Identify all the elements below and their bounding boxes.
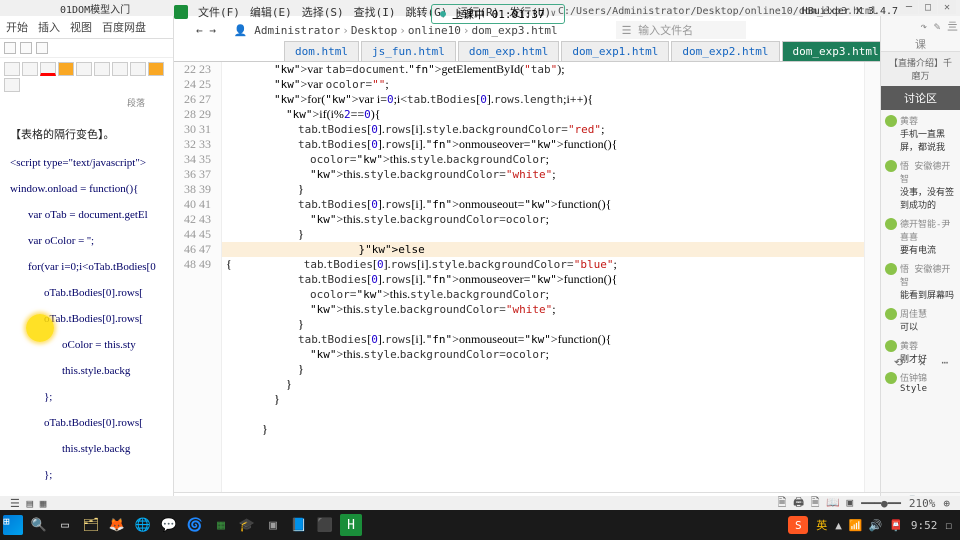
more-icon[interactable]: ⋯ [941,356,948,369]
menu-find[interactable]: 查找(I) [354,4,396,20]
code-content[interactable]: "kw">var tab=document."fn">getElementByI… [222,62,864,492]
file-search-input[interactable]: ☰ 输入文件名 [616,21,746,39]
system-tray[interactable]: S 英 ▲ 📶 🔊 📮 9:52 ☐ [788,516,960,534]
chat-msg: 黄蓉手机一直黑屏，都说我 [885,114,956,153]
chat-msg: 悟 安徽德开智能看到屏幕吗 [885,262,956,301]
highlight-icon[interactable] [58,62,74,76]
avatar-icon [885,160,897,172]
align-left-icon[interactable] [76,62,92,76]
chat-msg: 伍钟锦Style [885,371,956,394]
wtab-view[interactable]: 视图 [70,19,92,35]
sogou-ime-icon[interactable]: S [788,516,808,534]
word-pane: 开始 插入 视图 百度网盘 段落 【【表格的隔行变色】表格的隔行变色】。 <sc… [0,16,174,510]
tool-cut-icon[interactable] [4,42,16,54]
hbuilder-logo-icon [174,5,188,19]
doc-title: 01DOM模型入门 [0,1,174,16]
maximize-button[interactable]: □ [919,0,937,14]
tab-exp1[interactable]: dom_exp1.html [561,41,669,61]
close-button[interactable]: ✕ [938,0,956,14]
font-color-icon[interactable] [40,62,56,76]
editor-tabs: dom.html js_fun.html dom_exp.html dom_ex… [174,40,880,62]
search-icon[interactable]: 🔍 [26,512,52,538]
tool-copy-icon[interactable] [20,42,32,54]
tab-exp3[interactable]: dom_exp3.html [782,41,890,61]
line-gutter: 22 23 24 25 26 27 28 29 30 31 32 33 34 3… [174,62,222,492]
avatar-icon [885,115,897,127]
para-caption: 段落 [0,96,173,109]
refresh-icon[interactable]: ⟲ [894,356,903,369]
chevron-down-icon[interactable]: ∨ [551,9,556,19]
tab-dom[interactable]: dom.html [284,41,359,61]
avatar-icon [885,372,897,384]
tab-exp[interactable]: dom_exp.html [458,41,559,61]
chat-msg: 周佳慧可以 [885,307,956,333]
menu-edit[interactable]: 编辑(E) [250,4,292,20]
menu-file[interactable]: 文件(F) [198,4,240,20]
excel-icon[interactable]: ▦ [208,512,234,538]
chat-tab[interactable]: 讨论区 [881,86,960,110]
code-editor: dom.html js_fun.html dom_exp.html dom_ex… [174,40,880,510]
taskbar: ⊞ 🔍 ▭ 🗂 🦊 🌐 💬 🌀 ▦ 🎓 ▣ 📘 ⬛ H S 英 ▲ 📶 🔊 📮 … [0,510,960,540]
cmd-icon[interactable]: ⬛ [312,512,338,538]
wtab-start[interactable]: 开始 [6,19,28,35]
wechat-icon[interactable]: 💬 [156,512,182,538]
close-icon[interactable]: ✕ [919,356,926,369]
app-icon[interactable]: ▣ [260,512,286,538]
avatar-icon [885,308,897,320]
edge-icon[interactable]: 🌀 [182,512,208,538]
highlight-cursor [26,314,54,342]
avatar-icon [885,218,897,230]
chrome-icon[interactable]: 🌐 [130,512,156,538]
minimap-scrollbar[interactable] [864,62,880,492]
avatar-icon [885,340,897,352]
wtab-netdisk[interactable]: 百度网盘 [102,19,146,35]
border-icon[interactable] [4,78,20,92]
avatar-icon [885,263,897,275]
fill-icon[interactable] [148,62,164,76]
tool-brush-icon[interactable] [36,42,48,54]
chat-pane: ↷ ✎ 亖 课 【直播介绍】千磨万 讨论区 黄蓉手机一直黑屏，都说我悟 安徽德开… [880,16,960,510]
align-right-icon[interactable] [112,62,128,76]
chat-msg: 悟 安徽德开智没事，没有签到成功的 [885,159,956,211]
menu-select[interactable]: 选择(S) [302,4,344,20]
explorer-icon[interactable]: 🗂 [78,512,104,538]
minimize-button[interactable]: ─ [900,0,918,14]
word-icon[interactable]: 📘 [286,512,312,538]
breadcrumbs: ← → 👤 AdministratorDesktoponline10dom_ex… [174,22,880,38]
wtab-insert[interactable]: 插入 [38,19,60,35]
tab-jsfun[interactable]: js_fun.html [361,41,456,61]
align-center-icon[interactable] [94,62,110,76]
list-icon[interactable] [130,62,146,76]
chat-header: 【直播介绍】千磨万 [881,52,960,86]
firefox-icon[interactable]: 🦊 [104,512,130,538]
live-status[interactable]: 上课中 01:01:37 ∨ [431,4,565,24]
live-icon[interactable]: 🎓 [234,512,260,538]
underline-icon[interactable] [22,62,38,76]
taskview-icon[interactable]: ▭ [52,512,78,538]
live-label: 上课中 01:01:37 [452,6,545,22]
chat-msg: 德开智能-尹喜喜要有电流 [885,217,956,256]
live-dot-icon [440,11,446,17]
bold-icon[interactable] [4,62,20,76]
word-doc: 【【表格的隔行变色】表格的隔行变色】。 <script type="text/j… [0,109,173,493]
word-statusbar: ☰ ▤ ▦ 🗎 🖨 🗎 📖 ▣ ━━━●━━ 210% ⊕ [0,496,960,510]
hb-icon[interactable]: H [340,514,362,536]
tab-exp2[interactable]: dom_exp2.html [671,41,779,61]
start-button[interactable]: ⊞ [3,515,23,535]
